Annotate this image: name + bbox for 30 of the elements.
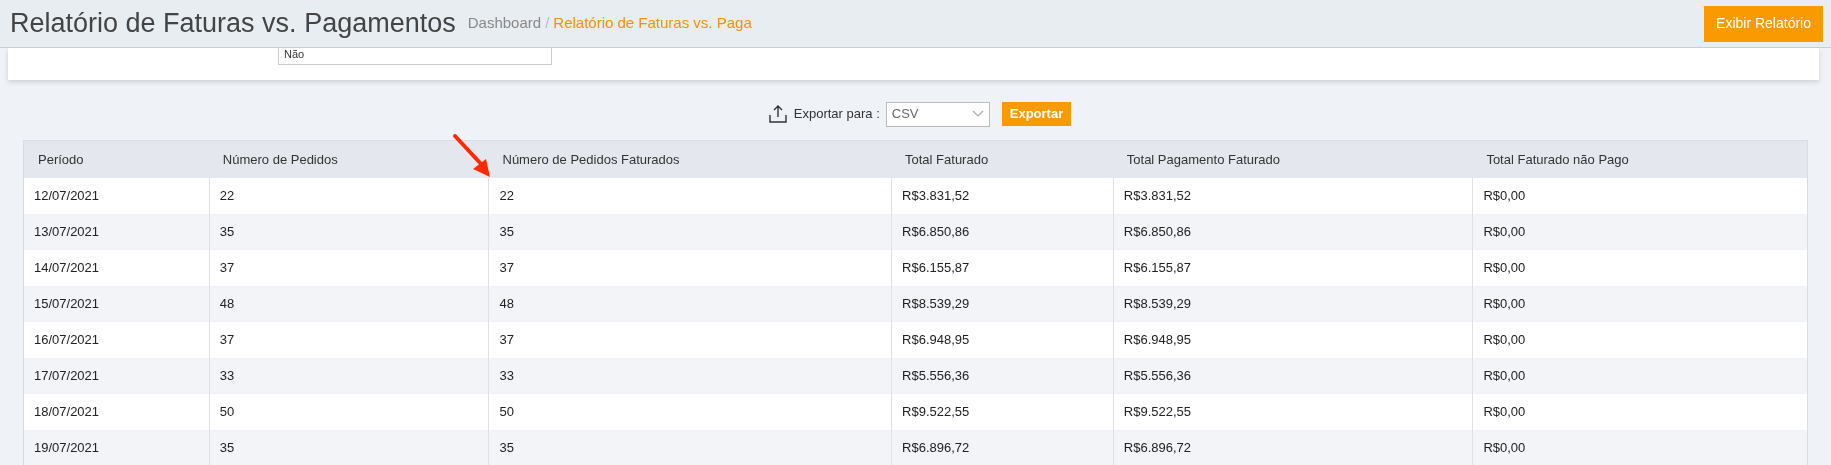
- table-cell-text: 14/07/2021: [33, 259, 101, 278]
- page-title: Relatório de Faturas vs. Pagamentos: [10, 7, 456, 41]
- export-button[interactable]: Exportar: [1001, 102, 1072, 126]
- column-header: Período: [37, 150, 85, 169]
- table-cell-text: 16/07/2021: [33, 331, 101, 350]
- table-cell: 35: [208, 430, 489, 465]
- upload-icon: [767, 104, 788, 124]
- breadcrumb-separator: /: [545, 13, 550, 34]
- table-cell: R$0,00: [1472, 430, 1807, 465]
- column-header: Número de Pedidos: [221, 150, 339, 169]
- column-header: Total Faturado: [904, 150, 990, 169]
- table-cell-text: 19/07/2021: [33, 439, 101, 458]
- column-header: Total Pagamento Faturado: [1125, 150, 1281, 169]
- table-cell: 35: [488, 430, 892, 465]
- table-cell-text: 15/07/2021: [33, 295, 101, 314]
- chevron-down-icon: [971, 110, 984, 118]
- column-header: Total Faturado não Pago: [1485, 150, 1630, 169]
- breadcrumb-link[interactable]: Relatório de Faturas vs. Paga: [553, 12, 752, 35]
- table-cell-text: 12/07/2021: [33, 187, 101, 206]
- table-cell: R$6.896,72: [891, 430, 1113, 465]
- format-select[interactable]: CSV: [885, 101, 990, 127]
- table-cell-text: 13/07/2021: [33, 223, 101, 242]
- show-report-button[interactable]: Exibir Relatório: [1704, 5, 1823, 42]
- table-cell: R$6.896,72: [1112, 430, 1473, 465]
- export-label: Exportar para :: [793, 105, 880, 124]
- breadcrumb-link[interactable]: Dashboard: [467, 12, 542, 35]
- table-cell-text: 17/07/2021: [33, 367, 101, 386]
- select-field[interactable]: Não: [278, 48, 552, 65]
- column-header: Número de Pedidos Faturados: [501, 150, 681, 169]
- table-cell-text: 18/07/2021: [33, 403, 101, 422]
